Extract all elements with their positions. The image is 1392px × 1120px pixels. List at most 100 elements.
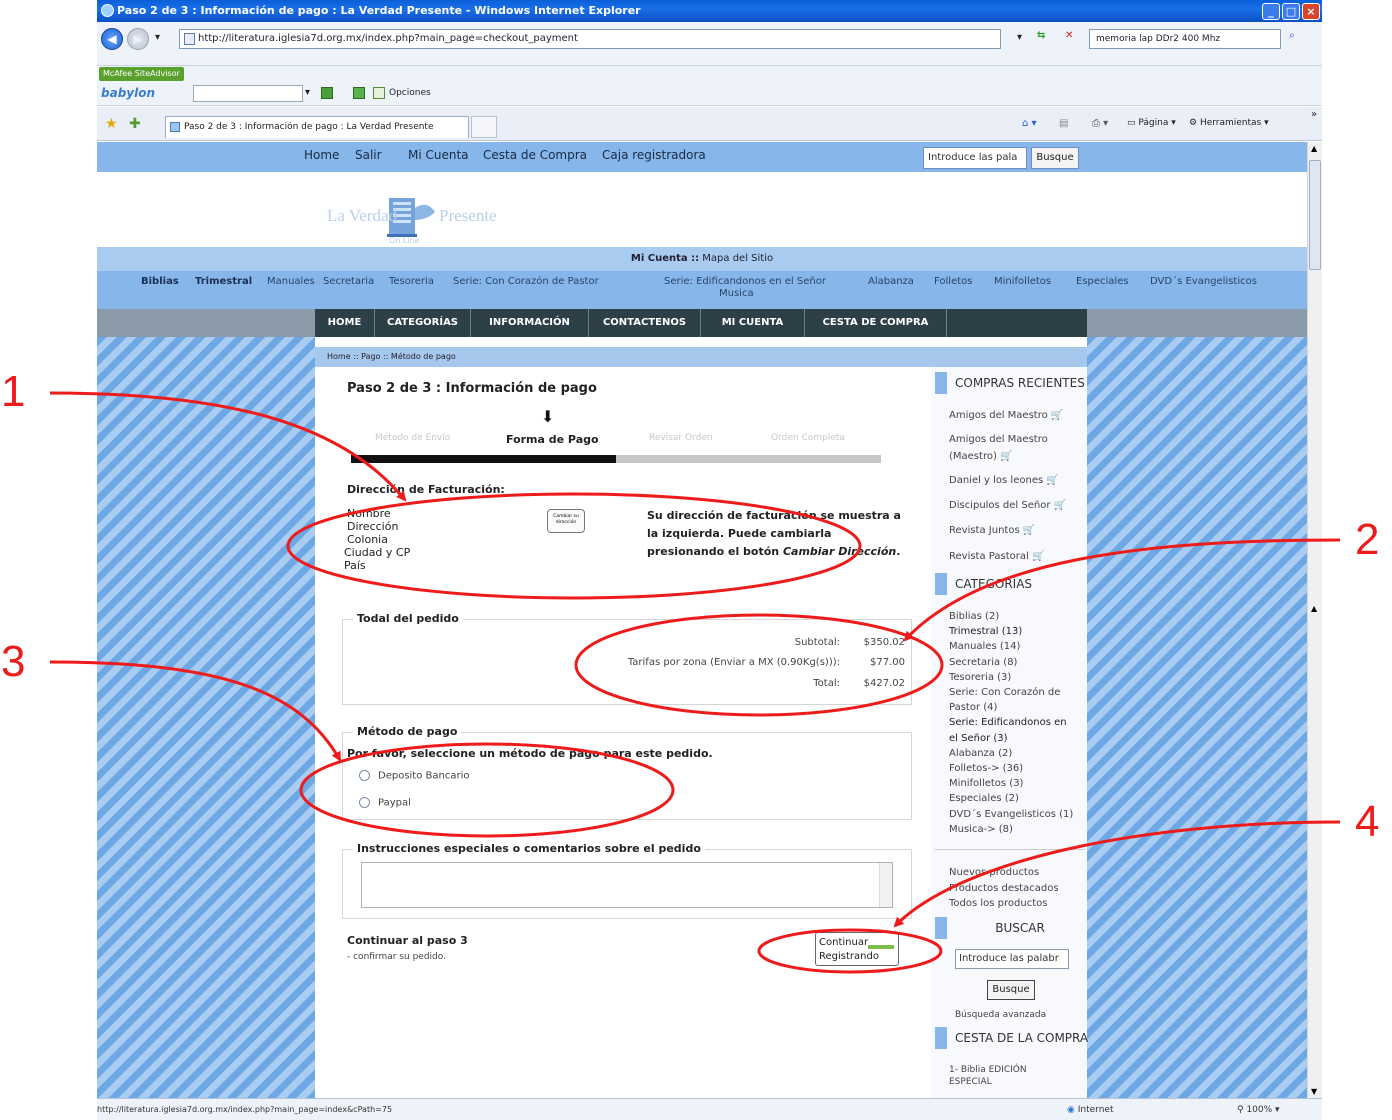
- maximize-button[interactable]: □: [1282, 3, 1300, 20]
- sidebar-category-item[interactable]: Secretaria (8): [949, 655, 1073, 670]
- stop-icon[interactable]: ✕: [1065, 30, 1073, 41]
- advanced-search-link[interactable]: Búsqueda avanzada: [955, 1010, 1046, 1020]
- all-products-link[interactable]: Todos los productos: [949, 896, 1059, 912]
- cart-add-icon[interactable]: 🛒: [1023, 525, 1035, 536]
- category-link-biblias[interactable]: Biblias: [141, 276, 179, 288]
- cart-add-icon[interactable]: 🛒: [1000, 451, 1012, 462]
- sidebar-category-item[interactable]: Biblias (2): [949, 609, 1073, 624]
- zoom-level[interactable]: ⚲ 100% ▾: [1237, 1099, 1280, 1120]
- cart-add-icon[interactable]: 🛒: [1051, 410, 1063, 421]
- breadcrumb[interactable]: Home :: Pago :: Método de pago: [315, 347, 1087, 367]
- feeds-icon[interactable]: ▤: [1059, 118, 1068, 129]
- favorites-star-icon[interactable]: ★: [105, 116, 118, 132]
- sidebar-category-item[interactable]: Folletos-> (36): [949, 761, 1073, 776]
- sidebar-category-item[interactable]: Serie: Con Corazón de: [949, 685, 1073, 700]
- mcafee-siteadvisor-button[interactable]: McAfee SiteAdvisor: [99, 67, 184, 81]
- recent-item[interactable]: Revista Juntos 🛒: [949, 525, 1035, 537]
- menu-home[interactable]: HOME: [315, 309, 375, 337]
- cart-item[interactable]: 1- Biblia EDICIÓN ESPECIAL: [949, 1064, 1027, 1088]
- scroll-down-icon[interactable]: ▼: [1311, 1087, 1317, 1096]
- nav-cesta-link[interactable]: Cesta de Compra: [483, 148, 587, 162]
- sidebar-category-item[interactable]: Serie: Edificandonos en: [949, 715, 1073, 730]
- babylon-translate-icon[interactable]: [321, 87, 333, 99]
- category-link-dvd[interactable]: DVD´s Evangelisticos: [1150, 276, 1257, 288]
- category-link-especiales[interactable]: Especiales: [1076, 276, 1129, 288]
- recent-item[interactable]: Daniel y los leones 🛒: [949, 475, 1059, 487]
- sidebar-category-item[interactable]: Especiales (2): [949, 791, 1073, 806]
- category-link-trimestral[interactable]: Trimestral: [195, 276, 252, 288]
- category-link-minifolletos[interactable]: Minifolletos: [994, 276, 1051, 288]
- header-search-button[interactable]: Busque: [1031, 147, 1079, 169]
- menu-mi-cuenta[interactable]: MI CUENTA: [701, 309, 805, 337]
- category-link-corazon-pastor[interactable]: Serie: Con Corazón de Pastor: [453, 276, 599, 288]
- page-scrollbar[interactable]: ▲ ▲ ▼: [1307, 142, 1322, 1098]
- category-link-alabanza[interactable]: Alabanza: [868, 276, 914, 288]
- close-button[interactable]: ×: [1302, 3, 1320, 20]
- cart-add-icon[interactable]: 🛒: [1046, 475, 1058, 486]
- change-address-button[interactable]: Cambiar su dirección: [547, 509, 585, 533]
- category-link-manuales[interactable]: Manuales: [267, 276, 315, 288]
- sidebar-category-item[interactable]: Minifolletos (3): [949, 776, 1073, 791]
- textarea-scrollbar[interactable]: [879, 863, 892, 907]
- radio-paypal[interactable]: [359, 797, 370, 808]
- print-icon[interactable]: ⎙ ▾: [1092, 118, 1108, 129]
- search-go-icon[interactable]: ⌕: [1289, 30, 1295, 41]
- sidebar-category-item[interactable]: Alabanza (2): [949, 746, 1073, 761]
- sitemap-link[interactable]: Mapa del Sitio: [702, 253, 773, 264]
- chevron-right-icon[interactable]: »: [1311, 109, 1317, 120]
- sidebar-category-item[interactable]: Pastor (4): [949, 700, 1073, 715]
- payment-option-paypal[interactable]: Paypal: [359, 797, 411, 809]
- category-link-tesoreria[interactable]: Tesoreria: [389, 276, 434, 288]
- scrollbar-thumb[interactable]: [1309, 160, 1321, 270]
- menu-categorias[interactable]: CATEGORÍAS: [375, 309, 471, 337]
- category-link-edificandonos[interactable]: Serie: Edificandonos en el Señor: [664, 276, 826, 288]
- tab-active[interactable]: Paso 2 de 3 : Información de pago : La V…: [165, 116, 469, 138]
- sidebar-search-button[interactable]: Busque: [987, 980, 1035, 1000]
- header-search-input[interactable]: Introduce las pala: [923, 147, 1027, 169]
- account-link[interactable]: Mi Cuenta ::: [631, 253, 699, 264]
- forward-button[interactable]: ▶: [127, 28, 149, 50]
- category-link-folletos[interactable]: Folletos: [934, 276, 972, 288]
- page-menu[interactable]: ▭ Página ▾: [1127, 118, 1176, 128]
- back-button[interactable]: ◀: [101, 28, 123, 50]
- comments-textarea[interactable]: [361, 862, 893, 908]
- continue-button[interactable]: Continuar Registrando: [815, 932, 899, 966]
- sidebar-category-item[interactable]: el Señor (3): [949, 731, 1073, 746]
- add-favorite-icon[interactable]: ✚: [129, 116, 141, 132]
- sidebar-category-item[interactable]: Manuales (14): [949, 639, 1073, 654]
- nav-salir-link[interactable]: Salir: [355, 148, 382, 162]
- sidebar-search-input[interactable]: Introduce las palabr: [955, 949, 1069, 969]
- home-icon[interactable]: ⌂ ▾: [1022, 118, 1037, 129]
- recent-item[interactable]: Amigos del Maestro 🛒: [949, 410, 1063, 422]
- babylon-dictionary-icon[interactable]: [353, 87, 365, 99]
- radio-deposito[interactable]: [359, 770, 370, 781]
- sidebar-category-item[interactable]: DVD´s Evangelisticos (1): [949, 807, 1073, 822]
- menu-cesta[interactable]: CESTA DE COMPRA: [805, 309, 947, 337]
- new-tab-button[interactable]: [471, 116, 497, 138]
- new-products-link[interactable]: Nuevos productos: [949, 865, 1059, 881]
- live-search-field[interactable]: memoria lap DDr2 400 Mhz: [1089, 29, 1281, 49]
- site-logo[interactable]: La Verdad Presente On Line: [327, 190, 507, 246]
- menu-informacion[interactable]: INFORMACIÓN: [471, 309, 589, 337]
- menu-contactenos[interactable]: CONTACTENOS: [589, 309, 701, 337]
- options-button[interactable]: Opciones: [389, 88, 431, 98]
- sidebar-category-item[interactable]: Tesoreria (3): [949, 670, 1073, 685]
- sidebar-category-item[interactable]: Trimestral (13): [949, 624, 1073, 639]
- payment-option-deposito[interactable]: Deposito Bancario: [359, 770, 469, 782]
- minimize-button[interactable]: _: [1262, 3, 1280, 20]
- sidebar-category-item[interactable]: Musica-> (8): [949, 822, 1073, 837]
- cart-add-icon[interactable]: 🛒: [1032, 551, 1044, 562]
- babylon-dropdown-icon[interactable]: ▾: [305, 87, 310, 98]
- scroll-up-icon[interactable]: ▲: [1311, 144, 1317, 153]
- url-dropdown-icon[interactable]: ▾: [1017, 32, 1022, 43]
- refresh-icon[interactable]: ⇆: [1037, 30, 1045, 41]
- recent-item[interactable]: Discipulos del Señor 🛒: [949, 500, 1066, 512]
- cart-add-icon[interactable]: 🛒: [1054, 500, 1066, 511]
- featured-products-link[interactable]: Productos destacados: [949, 881, 1059, 897]
- category-link-secretaria[interactable]: Secretaria: [323, 276, 374, 288]
- nav-home-link[interactable]: Home: [304, 148, 339, 162]
- nav-caja-link[interactable]: Caja registradora: [602, 148, 706, 162]
- history-dropdown-icon[interactable]: ▾: [155, 32, 160, 43]
- babylon-input[interactable]: [193, 85, 303, 102]
- recent-item[interactable]: Revista Pastoral 🛒: [949, 551, 1044, 563]
